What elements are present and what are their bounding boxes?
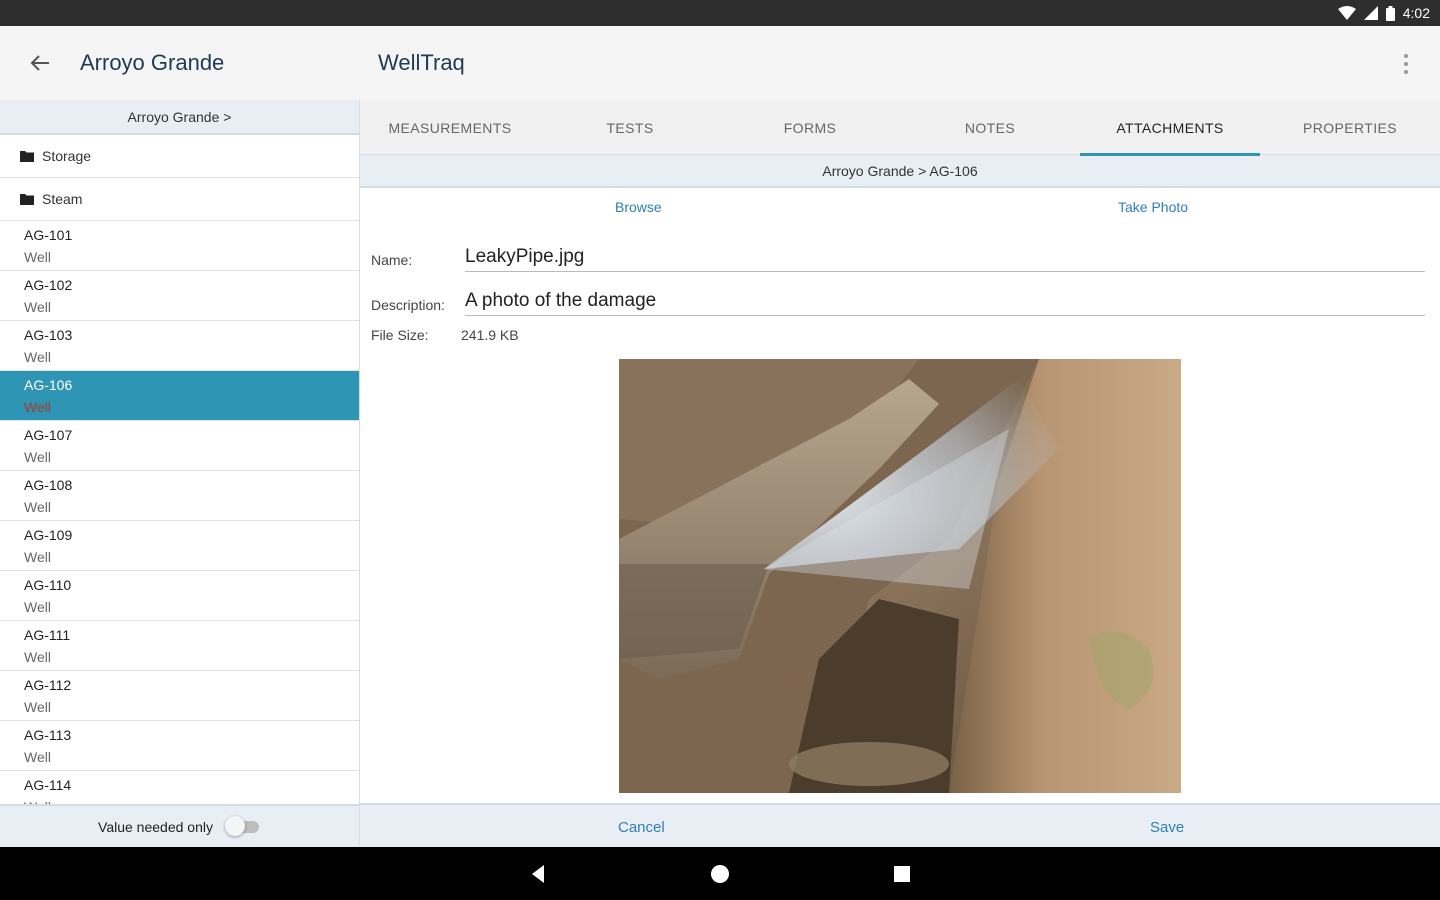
wifi-icon bbox=[1337, 6, 1356, 20]
description-row: Description: bbox=[360, 276, 1440, 322]
take-photo-button[interactable]: Take Photo bbox=[1118, 199, 1188, 215]
tab-properties[interactable]: PROPERTIES bbox=[1260, 100, 1440, 155]
location-title: Arroyo Grande bbox=[80, 50, 225, 75]
well-id: AG-108 bbox=[24, 477, 73, 493]
well-type: Well bbox=[24, 795, 359, 804]
app-bar: Arroyo Grande WellTraq bbox=[0, 26, 1440, 100]
nav-recents-icon[interactable] bbox=[889, 861, 915, 887]
attachment-photo bbox=[619, 359, 1181, 793]
app-bar-left: Arroyo Grande bbox=[0, 26, 360, 100]
well-type: Well bbox=[24, 549, 51, 565]
well-id: AG-102 bbox=[24, 277, 73, 293]
well-item-ag-109[interactable]: AG-109 Well bbox=[0, 521, 359, 571]
well-id: AG-103 bbox=[24, 327, 73, 343]
detail-breadcrumb[interactable]: Arroyo Grande > AG-106 bbox=[360, 155, 1440, 188]
well-item-ag-112[interactable]: AG-112 Well bbox=[0, 671, 359, 721]
tab-attachments[interactable]: ATTACHMENTS bbox=[1080, 100, 1260, 156]
well-type: Well bbox=[24, 299, 51, 315]
save-button[interactable]: Save bbox=[1150, 819, 1184, 836]
nav-home-icon[interactable] bbox=[707, 861, 733, 887]
value-needed-toggle[interactable] bbox=[224, 815, 261, 836]
value-needed-label: Value needed only bbox=[98, 818, 213, 835]
well-type: Well bbox=[24, 699, 51, 715]
folder-item-storage[interactable]: Storage bbox=[0, 135, 359, 178]
well-item-ag-101[interactable]: AG-101 Well bbox=[0, 221, 359, 271]
well-item-ag-110[interactable]: AG-110 Well bbox=[0, 571, 359, 621]
file-size-label: File Size: bbox=[371, 327, 429, 343]
description-label: Description: bbox=[371, 297, 445, 313]
name-label: Name: bbox=[371, 252, 413, 268]
battery-icon bbox=[1385, 5, 1395, 21]
well-id: AG-107 bbox=[24, 427, 73, 443]
well-id: AG-110 bbox=[24, 577, 72, 593]
folder-icon bbox=[20, 150, 34, 162]
nav-back-icon[interactable] bbox=[526, 861, 552, 887]
signal-icon bbox=[1363, 6, 1378, 20]
well-item-ag-113[interactable]: AG-113 Well bbox=[0, 721, 359, 771]
well-id: AG-112 bbox=[24, 677, 72, 693]
well-id: AG-106 bbox=[24, 377, 73, 393]
name-row: Name: bbox=[360, 230, 1440, 276]
attachment-actions: Browse Take Photo bbox=[360, 188, 1440, 230]
well-item-ag-103[interactable]: AG-103 Well bbox=[0, 321, 359, 371]
folder-icon bbox=[20, 193, 34, 205]
well-type: Well bbox=[24, 349, 51, 365]
left-footer: Value needed only bbox=[0, 804, 359, 847]
well-item-ag-107[interactable]: AG-107 Well bbox=[0, 421, 359, 471]
description-field[interactable] bbox=[465, 286, 1425, 316]
location-breadcrumb[interactable]: Arroyo Grande > bbox=[0, 100, 359, 135]
clock: 4:02 bbox=[1402, 5, 1430, 21]
tab-measurements[interactable]: MEASUREMENTS bbox=[360, 100, 540, 155]
tab-bar: MEASUREMENTS TESTS FORMS NOTES ATTACHMEN… bbox=[360, 100, 1440, 156]
well-id: AG-101 bbox=[24, 227, 73, 243]
folder-item-steam[interactable]: Steam bbox=[0, 178, 359, 221]
well-id: AG-111 bbox=[24, 627, 71, 643]
well-type: Well bbox=[24, 449, 51, 465]
well-list[interactable]: AG-101 Well AG-102 Well AG-103 Well AG-1… bbox=[0, 221, 359, 804]
folder-label: Steam bbox=[42, 191, 83, 207]
well-type: Well bbox=[24, 599, 51, 615]
tab-forms[interactable]: FORMS bbox=[720, 100, 900, 155]
file-size-row: File Size: 241.9 KB bbox=[360, 322, 1440, 358]
name-field[interactable] bbox=[465, 242, 1425, 272]
back-button[interactable] bbox=[0, 26, 80, 100]
well-item-ag-106[interactable]: AG-106 Well bbox=[0, 371, 359, 421]
app-name: WellTraq bbox=[378, 50, 465, 75]
well-type: Well bbox=[24, 749, 51, 765]
well-item-ag-108[interactable]: AG-108 Well bbox=[0, 471, 359, 521]
status-bar: 4:02 bbox=[0, 0, 1440, 26]
detail-pane: MEASUREMENTS TESTS FORMS NOTES ATTACHMEN… bbox=[360, 100, 1440, 847]
tab-tests[interactable]: TESTS bbox=[540, 100, 720, 155]
cancel-button[interactable]: Cancel bbox=[618, 819, 665, 836]
well-type: Well bbox=[24, 249, 51, 265]
well-type: Well bbox=[24, 649, 51, 665]
well-item-ag-114[interactable]: AG-114 Well bbox=[0, 771, 359, 804]
well-type: Well bbox=[24, 399, 51, 415]
well-type: Well bbox=[24, 499, 51, 515]
arrow-left-icon bbox=[30, 55, 49, 71]
folder-label: Storage bbox=[42, 148, 92, 164]
well-id: AG-114 bbox=[24, 777, 72, 793]
well-item-ag-111[interactable]: AG-111 Well bbox=[0, 621, 359, 671]
detail-footer: Cancel Save bbox=[360, 803, 1440, 847]
location-pane: Arroyo Grande > Storage Steam AG-101 Wel… bbox=[0, 100, 360, 847]
well-id: AG-113 bbox=[24, 727, 72, 743]
browse-button[interactable]: Browse bbox=[615, 199, 662, 215]
app-bar-right: WellTraq bbox=[360, 26, 1440, 100]
well-id: AG-109 bbox=[24, 527, 73, 543]
overflow-menu-icon[interactable] bbox=[1394, 52, 1418, 76]
file-size-value: 241.9 KB bbox=[461, 327, 519, 343]
well-item-ag-102[interactable]: AG-102 Well bbox=[0, 271, 359, 321]
tab-notes[interactable]: NOTES bbox=[900, 100, 1080, 155]
system-nav-bar bbox=[0, 847, 1440, 900]
